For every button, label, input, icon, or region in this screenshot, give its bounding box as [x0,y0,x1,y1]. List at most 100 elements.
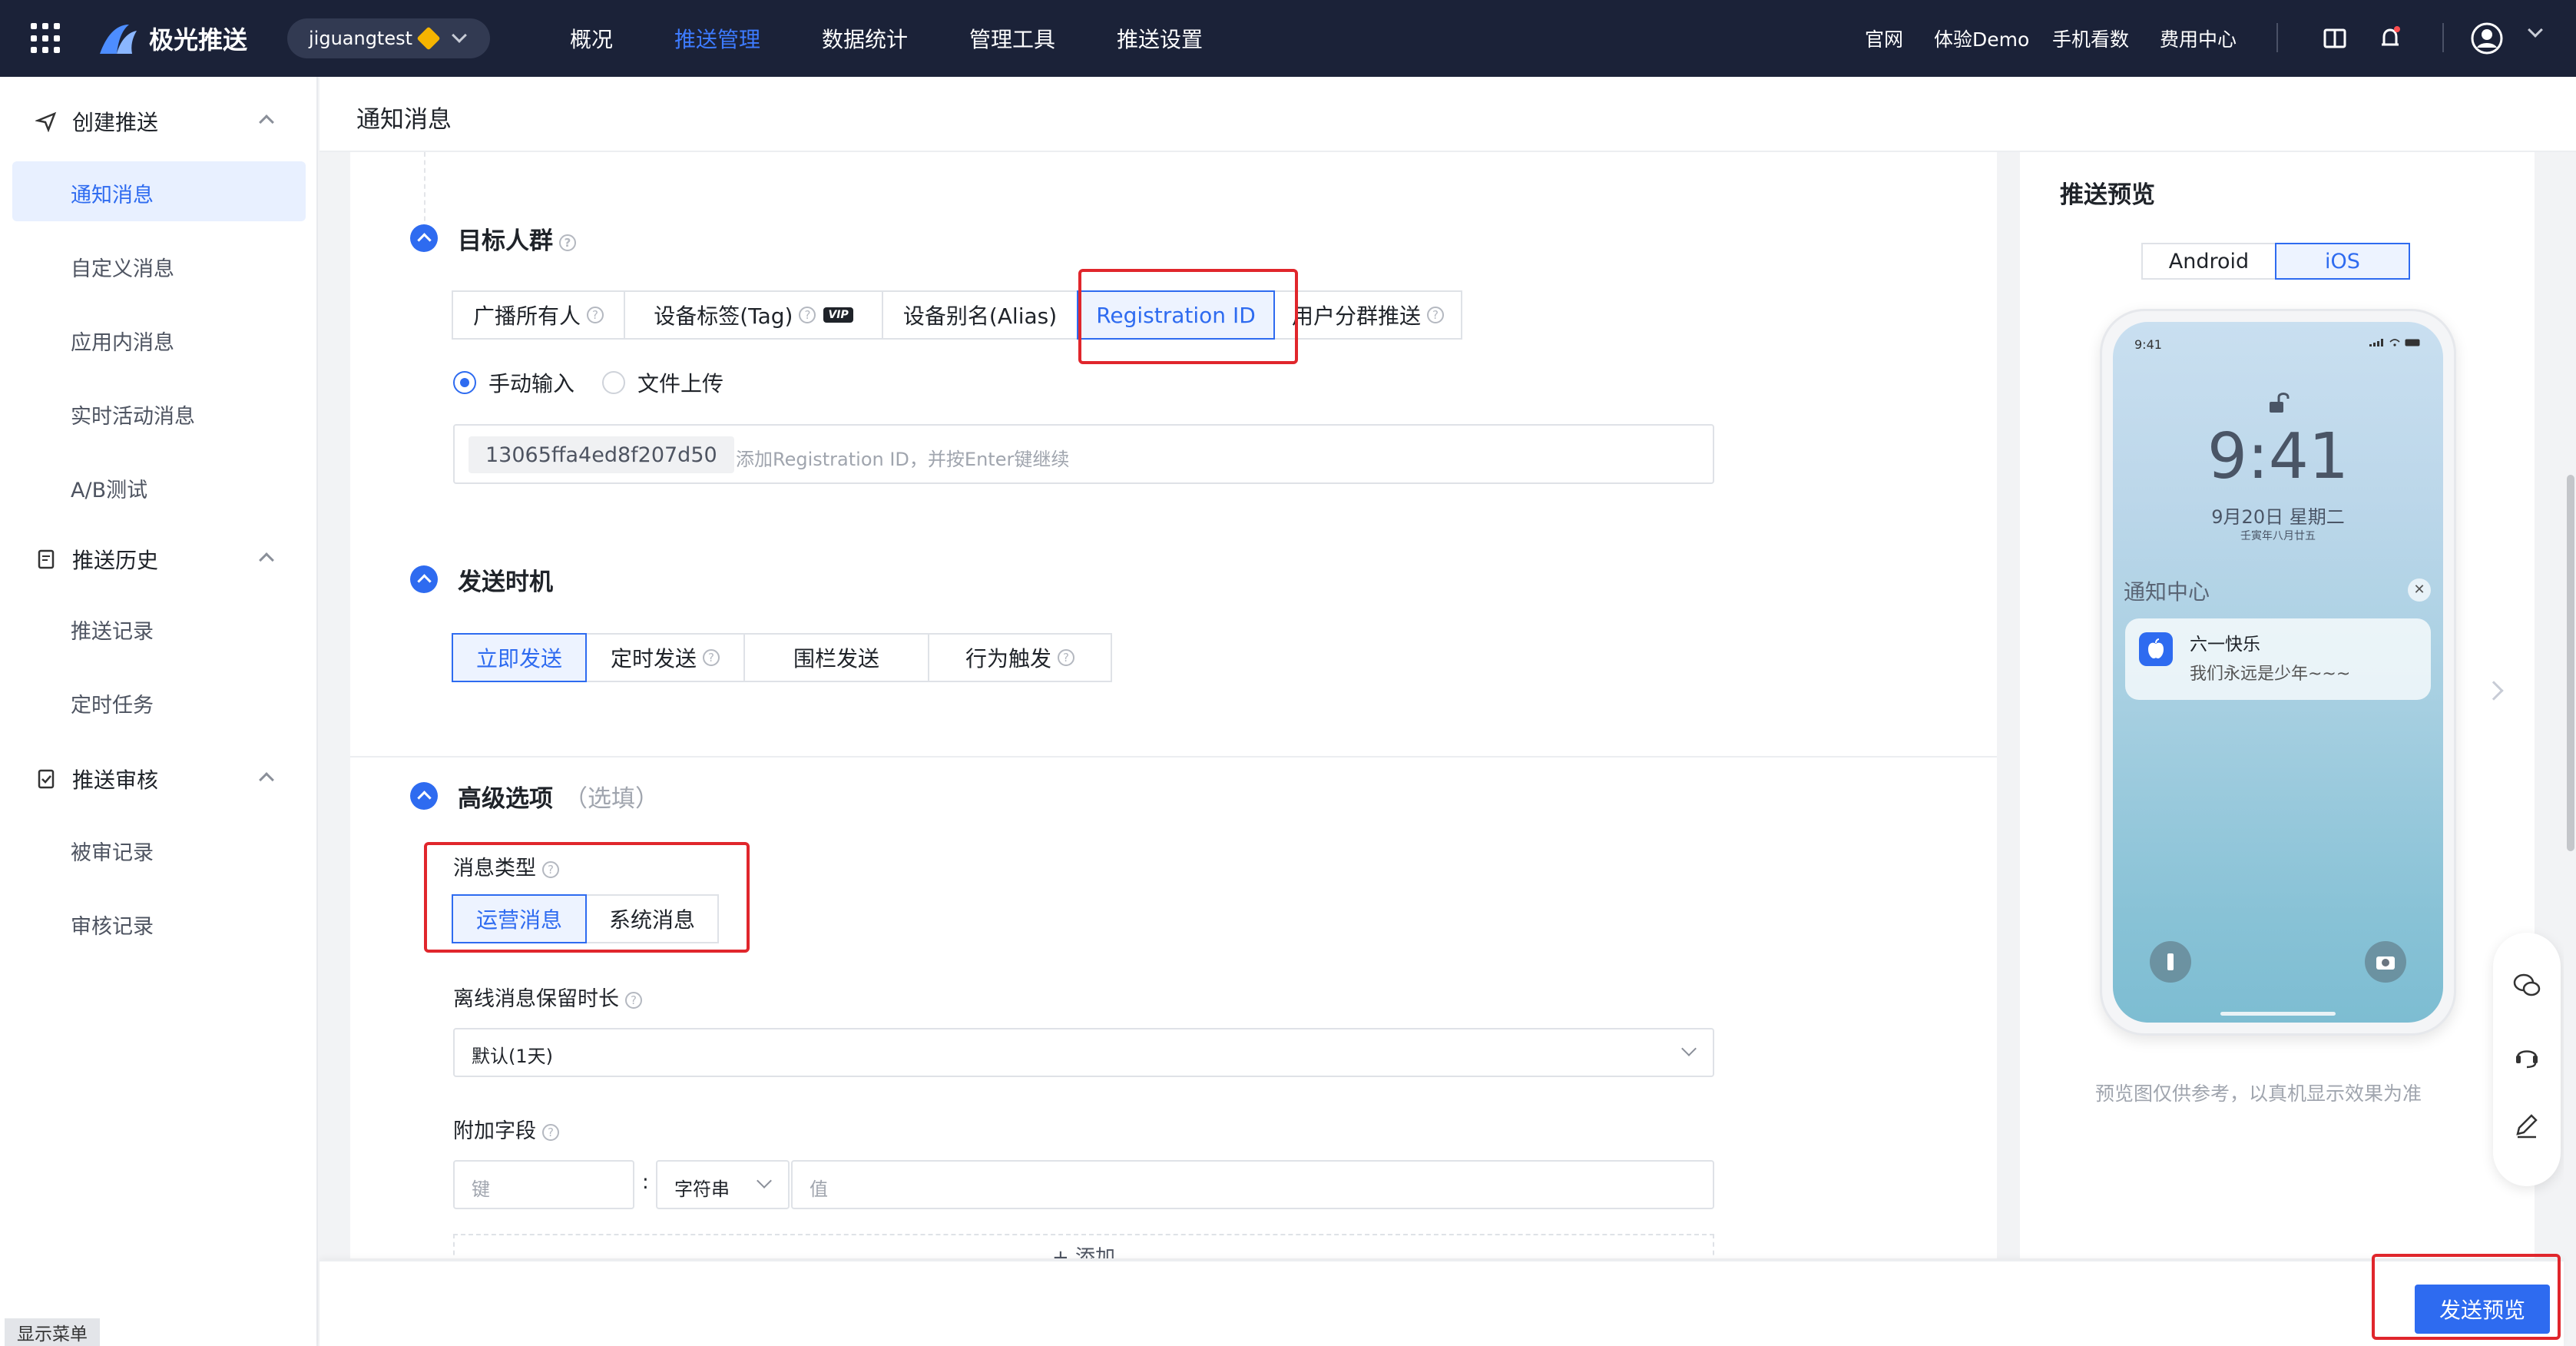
unlock-icon [2270,393,2290,413]
tab-geofence[interactable]: 围栏发送 [743,633,929,682]
add-extra-field-button[interactable]: + 添加 [453,1234,1714,1258]
radio-unchecked-icon [602,371,625,394]
page-title: 通知消息 [356,106,452,134]
link-billing[interactable]: 费用中心 [2160,25,2237,52]
bell-icon[interactable] [2375,23,2405,54]
sidebar-item-custom-message[interactable]: 自定义消息 [71,252,174,282]
section-title-text: 高级选项 [458,785,553,813]
sidebar-item-scheduled-tasks[interactable]: 定时任务 [71,688,154,718]
tab-label: 设备标签(Tag) [654,303,793,329]
user-avatar-icon[interactable] [2470,22,2504,55]
brand-logo[interactable]: 极光推送 [98,18,247,58]
sidebar-group-create[interactable]: 创建推送 [35,106,158,137]
offline-duration-select[interactable]: 默认(1天) [453,1028,1714,1077]
tab-system-message[interactable]: 系统消息 [585,894,719,943]
nav-push-management[interactable]: 推送管理 [674,23,760,54]
registration-id-tag[interactable]: 13065ffa4ed8f207d50 [469,436,734,473]
app-grid-icon[interactable] [31,23,61,54]
tab-behavior-trigger[interactable]: 行为触发? [928,633,1112,682]
customer-service-icon[interactable] [2511,1040,2542,1071]
radio-checked-icon [453,371,476,394]
tab-tag[interactable]: 设备标签(Tag)? VIP [624,290,883,340]
tab-scheduled[interactable]: 定时发送? [585,633,745,682]
top-navbar: 极光推送 jiguangtest 概况 推送管理 数据统计 管理工具 推送设置 … [0,0,2576,77]
nav-statistics[interactable]: 数据统计 [822,23,908,54]
app-switcher[interactable]: jiguangtest [287,18,490,58]
help-icon[interactable]: ? [1058,649,1074,666]
sidebar-item-live-activity[interactable]: 实时活动消息 [71,399,195,429]
chevron-right-icon[interactable] [2484,681,2504,701]
push-preview-panel: 推送预览 Android iOS 9:41 9:41 9月20日 星期二 壬寅年… [2020,152,2535,1258]
notification-card: 六一快乐 我们永远是少年~~~ [2125,618,2431,700]
send-preview-button[interactable]: 发送预览 [2415,1285,2550,1334]
collapse-icon[interactable] [410,782,438,810]
divider [2276,23,2278,52]
tab-user-segment[interactable]: 用户分群推送? [1273,290,1462,340]
preview-disclaimer: 预览图仅供参考，以真机显示效果为准 [2095,1082,2422,1105]
chevron-up-icon[interactable] [259,114,274,130]
link-mobile-data[interactable]: 手机看数 [2052,25,2129,52]
radio-label: 文件上传 [637,371,724,396]
sidebar-item-ab-test[interactable]: A/B测试 [71,473,147,503]
radio-label: 手动输入 [488,371,575,396]
link-official-site[interactable]: 官网 [1865,25,1903,52]
tab-ios[interactable]: iOS [2275,243,2410,280]
help-icon[interactable]: ? [799,307,816,323]
chevron-down-icon[interactable] [2528,22,2543,38]
flashlight-icon [2150,941,2191,983]
help-icon[interactable]: ? [587,307,604,323]
scrollbar-thumb[interactable] [2567,475,2574,851]
lock-screen-time: 9:41 [2207,420,2349,493]
tab-registration-id[interactable]: Registration ID [1077,290,1275,340]
link-demo[interactable]: 体验Demo [1934,25,2029,52]
radio-manual-input[interactable]: 手动输入 [453,367,574,398]
tab-android[interactable]: Android [2141,243,2276,280]
extra-type-select[interactable]: 字符串 [656,1160,790,1209]
collapse-icon[interactable] [410,565,438,593]
show-menu-button[interactable]: 显示菜单 [5,1318,100,1346]
section-divider [350,756,1997,758]
tab-alias[interactable]: 设备别名(Alias) [882,290,1078,340]
wechat-icon[interactable] [2511,970,2542,1000]
registration-id-input[interactable]: 13065ffa4ed8f207d50 添加Registration ID，并按… [453,424,1714,484]
sidebar-item-in-app-message[interactable]: 应用内消息 [71,326,174,356]
floating-toolbar [2493,933,2561,1186]
chevron-up-icon[interactable] [259,552,274,568]
footer-action-bar [320,1260,2564,1346]
tab-send-now[interactable]: 立即发送 [452,633,587,682]
sidebar-item-notification[interactable]: 通知消息 [71,178,154,208]
sidebar-group-label: 创建推送 [72,110,159,135]
extra-value-input[interactable]: 值 [791,1160,1714,1209]
tab-label: 行为触发 [965,646,1051,671]
tab-label: 广播所有人 [472,303,581,329]
battery-icon [2405,339,2420,346]
radio-file-upload[interactable]: 文件上传 [602,367,723,398]
nav-overview[interactable]: 概况 [570,23,613,54]
sidebar-item-push-records[interactable]: 推送记录 [71,615,154,645]
tab-broadcast[interactable]: 广播所有人? [452,290,625,340]
help-icon[interactable]: ? [542,1123,559,1141]
help-icon[interactable]: ? [703,649,720,666]
sidebar-item-reviewed-records[interactable]: 被审记录 [71,836,154,866]
help-icon[interactable]: ? [542,860,559,878]
sidebar-group-review[interactable]: 推送审核 [35,764,158,794]
tab-operational-message[interactable]: 运营消息 [452,894,587,943]
label-text: 离线消息保留时长 [453,987,619,1011]
edit-feedback-icon[interactable] [2511,1111,2542,1142]
main-scrollbar[interactable] [2564,152,2576,1346]
close-icon[interactable]: ✕ [2408,579,2431,602]
nav-settings[interactable]: 推送设置 [1117,23,1203,54]
nav-tools[interactable]: 管理工具 [969,23,1055,54]
extra-key-input[interactable]: 键 [453,1160,634,1209]
collapse-icon[interactable] [410,224,438,252]
book-icon[interactable] [2319,23,2350,54]
status-icons [2369,339,2422,346]
help-icon[interactable]: ? [625,991,642,1009]
sidebar-item-review-records[interactable]: 审核记录 [71,910,154,940]
help-icon[interactable]: ? [1427,307,1444,323]
sidebar-group-history[interactable]: 推送历史 [35,544,158,575]
sidebar-active-bg [12,161,306,221]
chevron-up-icon[interactable] [259,772,274,787]
sidebar-group-label: 推送历史 [72,548,159,573]
help-icon[interactable]: ? [559,234,576,251]
